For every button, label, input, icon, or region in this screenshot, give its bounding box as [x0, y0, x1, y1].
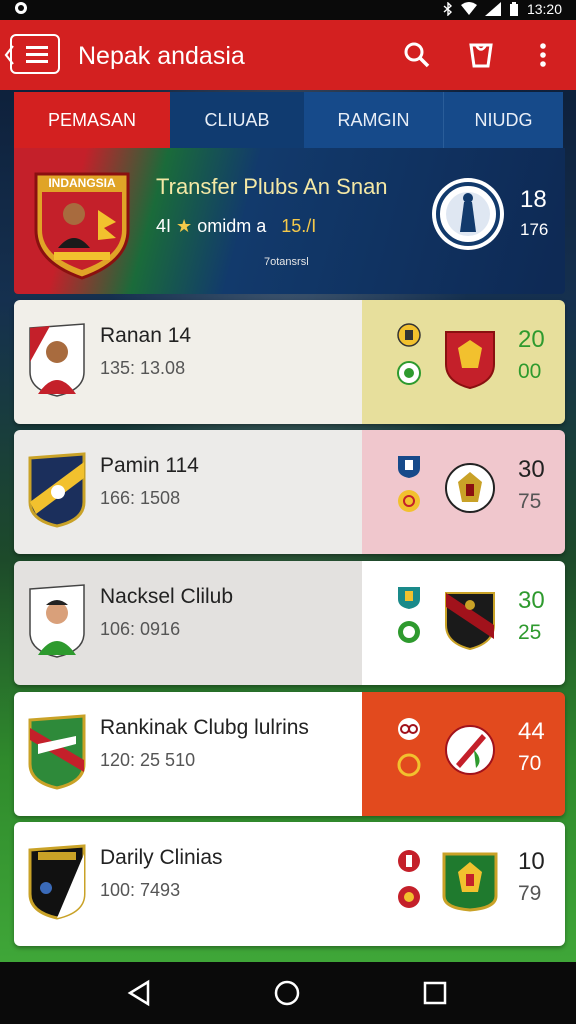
- stat-top: 30: [518, 456, 545, 483]
- mini-badge-icon: [396, 454, 422, 480]
- mini-badge-icon: [396, 619, 422, 645]
- club-card-2[interactable]: Pamin 114 166: 1508 30 75: [14, 430, 565, 554]
- hero-subline: 4I ★ omidm a 15./I: [156, 216, 316, 237]
- crest-text: INDANGSIA: [48, 176, 116, 190]
- club-shield-icon: [28, 714, 86, 790]
- tab-niudg[interactable]: NIUDG: [443, 92, 563, 148]
- tab-label: CLIUAB: [204, 109, 270, 130]
- club-meta: 100: 7493: [100, 880, 181, 900]
- club-name: Darily Clinias: [100, 846, 223, 869]
- battery-icon: [509, 2, 518, 16]
- tab-label: RAMGIN: [337, 109, 410, 130]
- status-bar: 13:20: [0, 0, 576, 20]
- tab-cliuab[interactable]: CLIUAB: [170, 92, 304, 148]
- hero-stat-top: 18: [520, 186, 547, 213]
- recents-square-icon[interactable]: [420, 978, 450, 1008]
- hero-title: Transfer Plubs An Snan: [156, 174, 388, 199]
- signal-icon: [484, 2, 501, 16]
- mini-badge-icon: [396, 716, 422, 742]
- search-icon[interactable]: [402, 40, 432, 70]
- club-round-badge-icon: [430, 176, 506, 252]
- triangle-back-icon[interactable]: [124, 978, 154, 1008]
- club-meta: 166: 1508: [100, 488, 181, 508]
- club-meta: 106: 0916: [100, 619, 181, 639]
- hero-sub-left: 4I: [156, 216, 172, 236]
- mini-badge-icon: [396, 752, 422, 778]
- mini-badge-icon: [396, 884, 422, 910]
- system-navigation-bar: [0, 962, 576, 1024]
- app-title: Nepak andasia: [78, 42, 245, 70]
- tab-pemasan[interactable]: PEMASAN: [14, 92, 170, 148]
- tab-label: PEMASAN: [47, 109, 137, 130]
- stat-top: 30: [518, 587, 545, 614]
- mini-badge-icon: [396, 488, 422, 514]
- more-vert-icon[interactable]: [528, 40, 558, 70]
- menu-icon: [26, 46, 48, 49]
- notification-icon: [14, 1, 28, 18]
- menu-button[interactable]: [10, 34, 60, 74]
- tab-label: NIUDG: [474, 109, 533, 130]
- club-name: Rankinak Clubg lulrins: [100, 716, 309, 739]
- club-card-4[interactable]: Rankinak Clubg lulrins 120: 25 510 44 70: [14, 692, 565, 816]
- club-name: Ranan 14: [100, 324, 192, 347]
- tab-ramgin[interactable]: RAMGIN: [304, 92, 443, 148]
- stat-bottom: 75: [518, 490, 542, 513]
- player-avatar-shield-icon: [28, 322, 86, 398]
- hero-sub-value: 15./I: [281, 216, 317, 236]
- stat-top: 20: [518, 326, 545, 353]
- indonesia-crest-icon: INDANGSIA: [32, 170, 132, 280]
- stat-top: 44: [518, 718, 545, 745]
- stat-top: 10: [518, 848, 545, 875]
- star-icon: ★: [176, 216, 193, 236]
- club-shield-icon: [28, 452, 86, 528]
- player-avatar-shield-icon: [28, 583, 86, 659]
- stat-bottom: 79: [518, 882, 542, 905]
- wifi-icon: [460, 2, 477, 15]
- club-crest-icon: [444, 328, 496, 390]
- hero-sub-mid: omidm a: [197, 216, 267, 236]
- hero-caption: 7otansrsl: [264, 256, 309, 268]
- club-crest-icon: [442, 850, 498, 912]
- stat-bottom: 25: [518, 621, 542, 644]
- bluetooth-icon: [443, 2, 452, 16]
- club-card-5[interactable]: Darily Clinias 100: 7493 10 79: [14, 822, 565, 946]
- club-meta: 120: 25 510: [100, 750, 196, 770]
- hero-stat-bottom: 176: [520, 220, 549, 239]
- club-crest-icon: [444, 458, 496, 520]
- mini-badge-icon: [396, 322, 422, 348]
- featured-transfer-banner[interactable]: INDANGSIA Transfer Plubs An Snan 4I ★ om…: [14, 148, 565, 294]
- club-crest-icon: [444, 589, 496, 651]
- club-meta: 135: 13.08: [100, 358, 186, 378]
- club-name: Pamin 114: [100, 454, 199, 477]
- club-card-3[interactable]: Nacksel Clilub 106: 0916 30 25: [14, 561, 565, 685]
- mini-badge-icon: [396, 360, 422, 386]
- mini-badge-icon: [396, 585, 422, 611]
- stat-bottom: 00: [518, 360, 542, 383]
- club-crest-icon: [444, 720, 496, 782]
- mini-badge-icon: [396, 848, 422, 874]
- status-time: 13:20: [526, 1, 562, 17]
- app-bar: Nepak andasia: [0, 20, 576, 90]
- tab-bar: PEMASAN CLIUAB RAMGIN NIUDG: [14, 92, 563, 148]
- club-name: Nacksel Clilub: [100, 585, 234, 608]
- club-card-1[interactable]: Ranan 14 135: 13.08 20 00: [14, 300, 565, 424]
- bag-icon[interactable]: [466, 40, 496, 70]
- home-circle-icon[interactable]: [272, 978, 302, 1008]
- stat-bottom: 70: [518, 752, 542, 775]
- club-shield-icon: [28, 844, 86, 920]
